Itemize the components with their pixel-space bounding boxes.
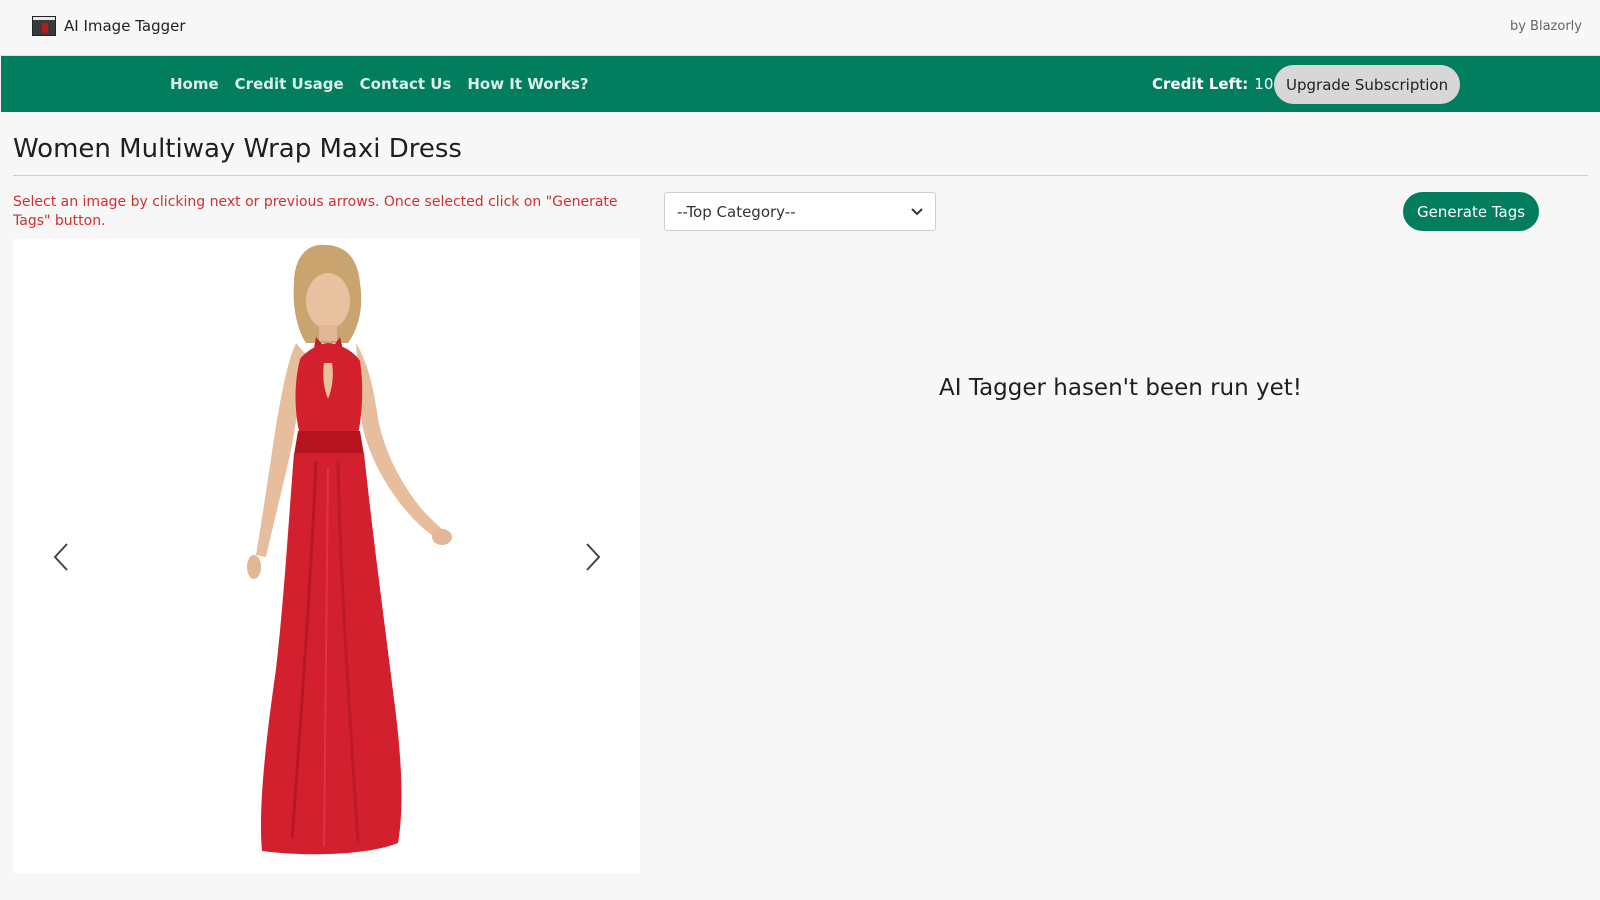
- nav-how-it-works-link[interactable]: How It Works?: [467, 75, 588, 93]
- next-image-button[interactable]: [575, 535, 611, 579]
- top-header: AI Image Tagger by Blazorly: [0, 0, 1600, 56]
- app-name: AI Image Tagger: [64, 17, 186, 35]
- brand[interactable]: AI Image Tagger: [32, 16, 186, 36]
- by-line: by Blazorly: [1509, 19, 1582, 34]
- product-image: [247, 244, 452, 855]
- chevron-down-icon: [911, 207, 923, 215]
- top-category-select[interactable]: --Top Category--: [664, 192, 936, 231]
- results-empty-message: AI Tagger hasen't been run yet!: [939, 375, 1303, 401]
- main-nav: Home Credit Usage Contact Us How It Work…: [1, 56, 1600, 112]
- category-selected-value: --Top Category--: [677, 202, 796, 221]
- nav-links: Home Credit Usage Contact Us How It Work…: [170, 56, 589, 112]
- image-carousel: [13, 239, 640, 873]
- nav-home-link[interactable]: Home: [170, 75, 219, 93]
- title-divider: [13, 175, 1588, 176]
- chevron-right-icon: [586, 543, 601, 571]
- instruction-text: Select an image by clicking next or prev…: [13, 194, 618, 229]
- upgrade-subscription-button[interactable]: Upgrade Subscription: [1274, 65, 1461, 104]
- previous-image-button[interactable]: [43, 535, 79, 579]
- nav-credit-usage-link[interactable]: Credit Usage: [235, 75, 344, 93]
- page-title: Women Multiway Wrap Maxi Dress: [13, 134, 462, 164]
- nav-contact-us-link[interactable]: Contact Us: [360, 75, 452, 93]
- chevron-left-icon: [53, 543, 68, 571]
- credit-label: Credit Left:: [1152, 75, 1249, 93]
- credit-indicator: Credit Left: 100: [1152, 56, 1283, 112]
- generate-tags-button[interactable]: Generate Tags: [1403, 192, 1540, 231]
- app-logo-icon: [32, 16, 56, 36]
